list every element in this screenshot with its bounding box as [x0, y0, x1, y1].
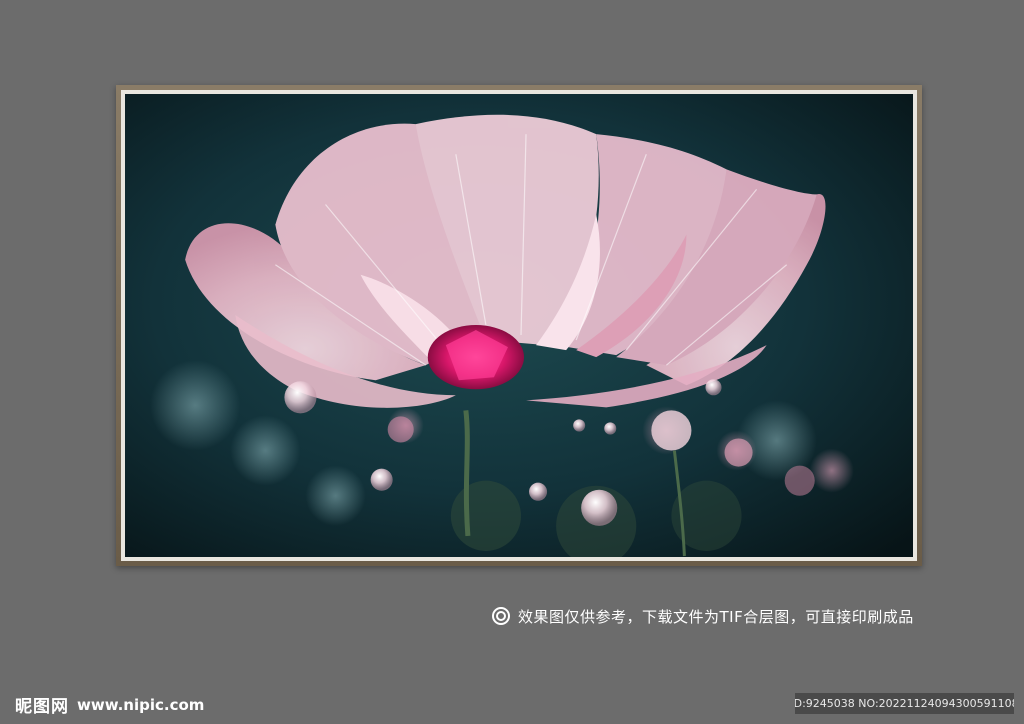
caption-text: 效果图仅供参考，下载文件为TIF合层图，可直接印刷成品: [518, 607, 914, 626]
image-id-bar: ID:9245038 NO:20221124094300591108: [795, 693, 1014, 714]
frame-mat: [121, 90, 917, 561]
target-icon: [492, 607, 510, 625]
flower-artwork: [125, 94, 913, 557]
flower-illustration: [125, 94, 913, 557]
picture-frame: [116, 85, 922, 566]
brand-logo: 昵图网 www.nipic.com: [15, 692, 205, 718]
brand-name: 昵图网: [15, 697, 69, 717]
disclaimer-caption: 效果图仅供参考，下载文件为TIF合层图，可直接印刷成品: [492, 603, 914, 629]
image-id-text: ID:9245038 NO:20221124094300591108: [795, 697, 1014, 710]
brand-url: www.nipic.com: [77, 695, 205, 714]
